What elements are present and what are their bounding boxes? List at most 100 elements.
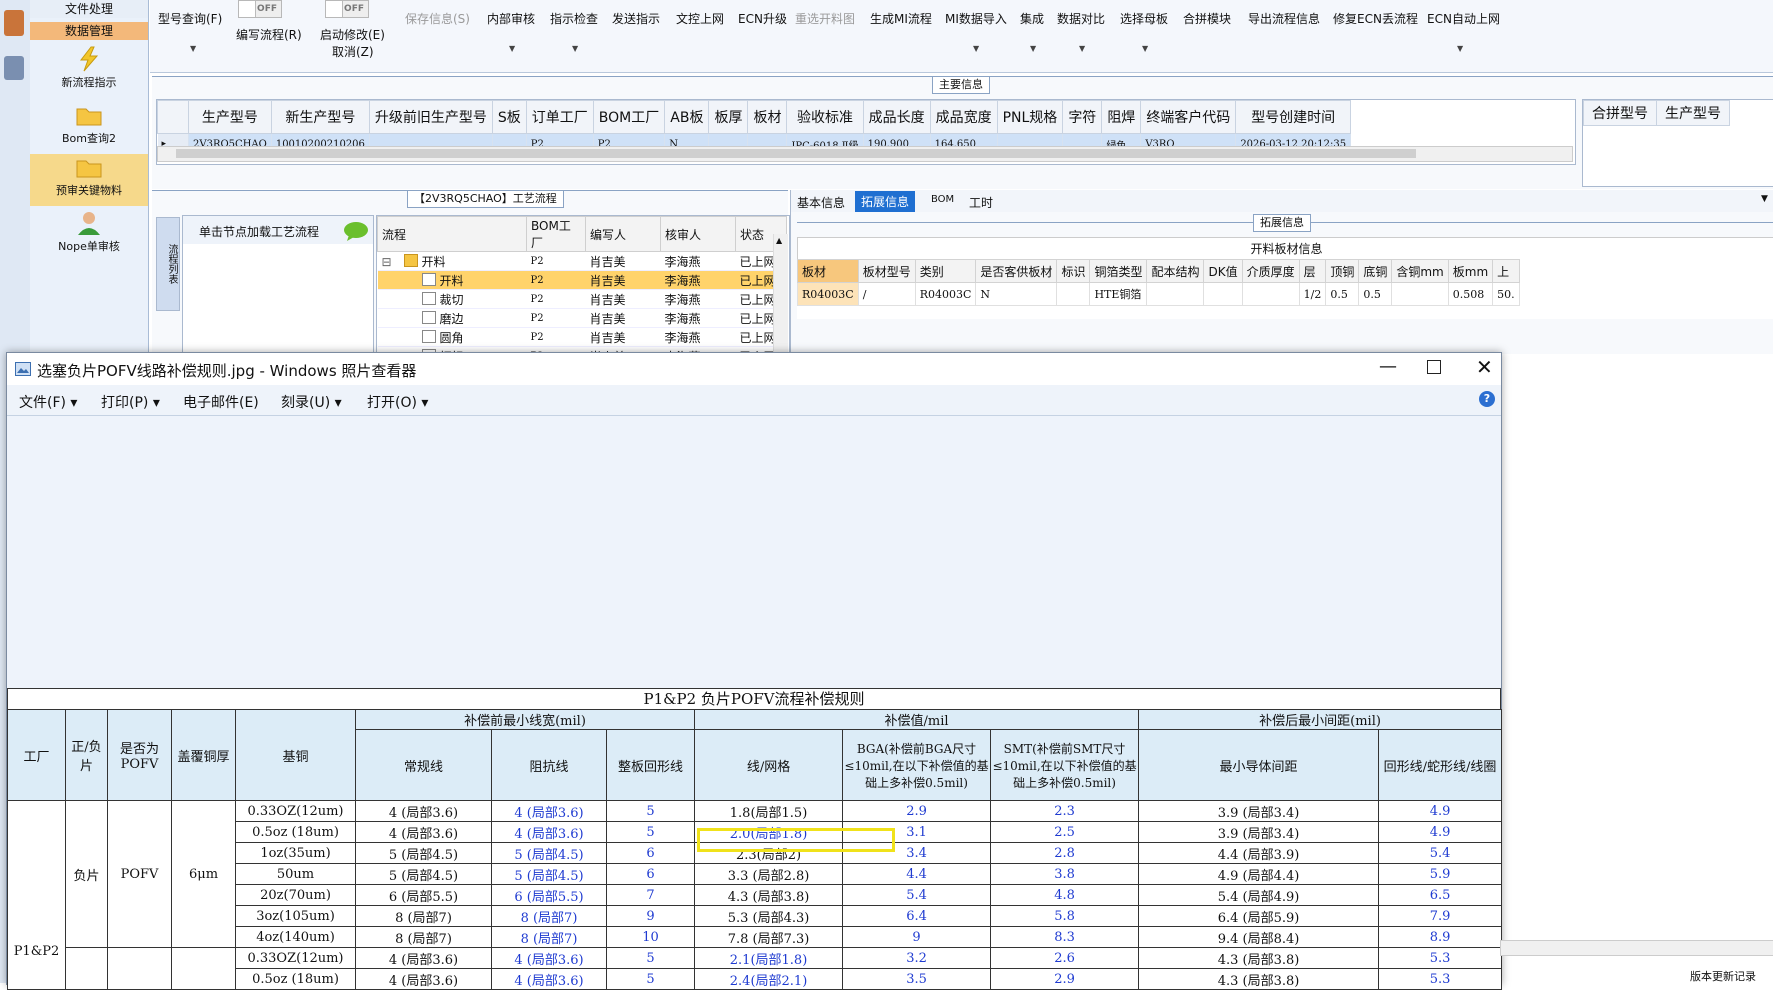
process-row[interactable]: ⊟ 开料 P2 肖吉美 李海燕 已上网	[377, 251, 787, 271]
ext-header-12[interactable]: 含铜mm	[1391, 259, 1449, 283]
tab-bom[interactable]: BOM	[931, 194, 954, 205]
ext-header-11[interactable]: 底铜	[1358, 259, 1393, 283]
toolbar-merge-module[interactable]: 合拼模块	[1183, 10, 1231, 27]
process-node[interactable]: ⊟ 开料	[377, 251, 527, 271]
ext-header-6[interactable]: 配本结构	[1146, 259, 1205, 283]
process-row[interactable]: 圆角 P2 肖吉美 李海燕 已上网	[377, 327, 787, 347]
process-node[interactable]: 圆角	[377, 327, 527, 347]
main-header-2[interactable]: 升级前旧生产型号	[368, 100, 493, 134]
nav-item-prereview[interactable]: 预审关键物料	[30, 154, 148, 206]
main-header-9[interactable]: 验收标准	[786, 100, 864, 134]
ext-header-14[interactable]: 上	[1492, 259, 1520, 283]
chevron-down-icon[interactable]: ▼	[509, 44, 515, 53]
main-header-12[interactable]: PNL规格	[996, 100, 1064, 134]
ext-cell-4[interactable]	[1056, 282, 1091, 306]
process-node[interactable]: 开料	[377, 270, 527, 290]
main-header-16[interactable]: 型号创建时间	[1235, 100, 1352, 134]
ext-data-row[interactable]: R04003C / R04003C N HTE铜箔 1/2 0.5 0.5 0.508 50.	[797, 282, 1520, 306]
scroll-up-icon[interactable]: ▲	[776, 236, 782, 245]
toolbar-integrate[interactable]: 集成	[1020, 10, 1044, 27]
ext-header-13[interactable]: 板mm	[1447, 259, 1494, 283]
toolbar-save-info[interactable]: 保存信息(S)	[405, 10, 470, 27]
ext-cell-12[interactable]	[1391, 282, 1449, 306]
ext-header-5[interactable]: 铜箔类型	[1089, 259, 1148, 283]
ext-cell-1[interactable]: /	[857, 282, 916, 306]
toolbar-reselect-chart[interactable]: 重选开料图	[795, 10, 855, 27]
ext-cell-7[interactable]	[1203, 282, 1243, 306]
flow-list-tab[interactable]: 流程列表	[156, 217, 180, 311]
toolbar-instruction-check[interactable]: 指示检查	[550, 10, 598, 27]
toolbar-fix-ecn[interactable]: 修复ECN丢流程	[1333, 10, 1418, 27]
maximize-icon[interactable]	[1427, 360, 1441, 374]
toolbar-send-instruction[interactable]: 发送指示	[612, 10, 660, 27]
chevron-down-icon[interactable]: ▼	[190, 44, 196, 53]
process-node[interactable]: 裁切	[377, 289, 527, 309]
toolbar-ecn-auto-upload[interactable]: ECN自动上网	[1427, 10, 1500, 27]
menu-open[interactable]: 打开(O) ▾	[367, 392, 428, 412]
nav-item-bom-query[interactable]: Bom查询2	[30, 102, 148, 146]
toolbar-start-modify[interactable]: 启动修改(E)	[320, 26, 385, 43]
ext-cell-8[interactable]	[1241, 282, 1300, 306]
help-icon[interactable]: ?	[1479, 391, 1495, 407]
toolbar-cancel[interactable]: 取消(Z)	[332, 43, 374, 60]
start-modify-toggle[interactable]: OFF	[325, 0, 369, 18]
main-header-15[interactable]: 终端客户代码	[1140, 100, 1237, 134]
ext-header-3[interactable]: 是否客供板材	[975, 259, 1058, 283]
ext-header-2[interactable]: 类别	[914, 259, 977, 283]
scrollbar-thumb[interactable]	[176, 149, 1416, 158]
toolbar-mi-import[interactable]: MI数据导入	[945, 10, 1007, 27]
toolbar-edit-flow[interactable]: 编写流程(R)	[236, 26, 302, 43]
close-icon[interactable]: ✕	[1476, 355, 1493, 379]
ext-header-8[interactable]: 介质厚度	[1241, 259, 1300, 283]
ext-cell-10[interactable]: 0.5	[1325, 282, 1360, 306]
ext-header-1[interactable]: 板材型号	[857, 259, 916, 283]
main-header-3[interactable]: S板	[491, 100, 527, 134]
ext-header-0[interactable]: 板材	[797, 259, 859, 283]
app-icon-2[interactable]	[4, 56, 24, 80]
ext-cell-3[interactable]: N	[975, 282, 1058, 306]
chevron-down-icon[interactable]: ▼	[1079, 44, 1085, 53]
nav-bar-file[interactable]: 文件处理	[30, 0, 148, 18]
menu-email[interactable]: 电子邮件(E)	[183, 392, 259, 412]
ext-cell-11[interactable]: 0.5	[1358, 282, 1393, 306]
toolbar-export-flow[interactable]: 导出流程信息	[1248, 10, 1320, 27]
chevron-down-icon[interactable]: ▼	[572, 44, 578, 53]
main-header-7[interactable]: 板厚	[708, 100, 749, 134]
toolbar-model-query[interactable]: 型号查询(F)	[158, 10, 222, 27]
ext-header-10[interactable]: 顶铜	[1325, 259, 1360, 283]
ext-cell-5[interactable]: HTE铜箔	[1089, 282, 1148, 306]
ext-cell-14[interactable]: 50.	[1492, 282, 1520, 306]
main-header-14[interactable]: 阻焊	[1101, 100, 1142, 134]
ext-header-4[interactable]: 标识	[1056, 259, 1091, 283]
chevron-down-icon[interactable]: ▼	[1761, 194, 1768, 204]
nav-bar-data[interactable]: 数据管理	[30, 22, 148, 40]
toolbar-ecn-upgrade[interactable]: ECN升级	[738, 10, 787, 27]
ext-cell-13[interactable]: 0.508	[1447, 282, 1494, 306]
ext-cell-9[interactable]: 1/2	[1298, 282, 1327, 306]
app-icon-1[interactable]	[4, 10, 24, 36]
process-row[interactable]: 裁切 P2 肖吉美 李海燕 已上网	[377, 289, 787, 309]
nav-item-new-flow[interactable]: 新流程指示	[30, 46, 148, 90]
tab-ext-info[interactable]: 拓展信息	[855, 191, 916, 212]
ext-cell-0[interactable]: R04003C	[797, 282, 859, 306]
main-header-1[interactable]: 新生产型号	[270, 100, 370, 134]
minimize-icon[interactable]: —	[1379, 356, 1397, 377]
toolbar-data-compare[interactable]: 数据对比	[1057, 10, 1105, 27]
process-row[interactable]: 开料 P2 肖吉美 李海燕 已上网	[377, 270, 787, 290]
main-header-6[interactable]: AB板	[664, 100, 710, 134]
ext-cell-6[interactable]	[1146, 282, 1205, 306]
toolbar-doc-upload[interactable]: 文控上网	[676, 10, 724, 27]
process-row[interactable]: 磨边 P2 肖吉美 李海燕 已上网	[377, 308, 787, 328]
process-node[interactable]: 磨边	[377, 308, 527, 328]
flow-node-header[interactable]: 单击节点加载工艺流程	[183, 216, 373, 244]
ext-header-7[interactable]: DK值	[1203, 259, 1243, 283]
main-header-5[interactable]: BOM工厂	[592, 100, 666, 134]
horizontal-scrollbar[interactable]	[157, 146, 1573, 162]
main-header-11[interactable]: 成品宽度	[929, 100, 998, 134]
menu-burn[interactable]: 刻录(U) ▾	[281, 392, 342, 412]
main-header-10[interactable]: 成品长度	[862, 100, 931, 134]
toolbar-internal-review[interactable]: 内部审核	[487, 10, 535, 27]
menu-file[interactable]: 文件(F) ▾	[19, 392, 77, 412]
vertical-scrollbar[interactable]: ▲	[773, 234, 788, 352]
ext-cell-2[interactable]: R04003C	[914, 282, 977, 306]
